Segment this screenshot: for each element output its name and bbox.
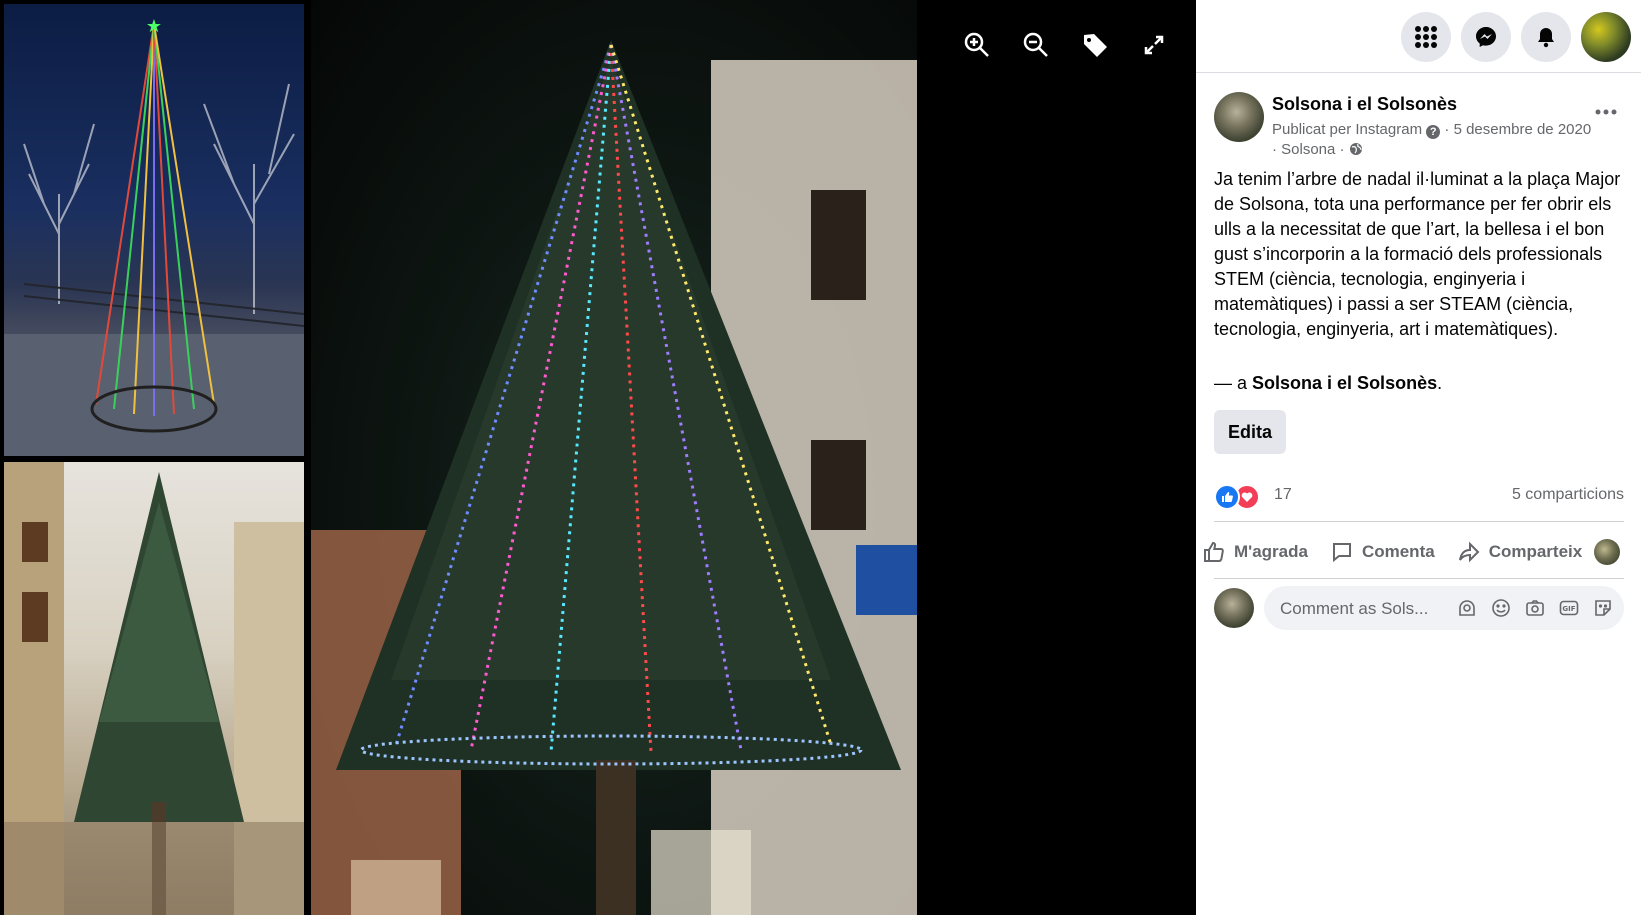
globe-icon: [1349, 143, 1362, 155]
tag-suffix: .: [1437, 373, 1443, 393]
svg-text:GIF: GIF: [1562, 605, 1575, 613]
divider: [1214, 521, 1624, 522]
like-label: M'agrada: [1234, 542, 1308, 561]
tag-place-link[interactable]: Solsona i el Solsonès: [1252, 373, 1437, 393]
edit-button[interactable]: Edita: [1214, 410, 1286, 454]
top-navigation: [1401, 12, 1631, 62]
emoji-icon[interactable]: [1490, 597, 1512, 619]
reactions-row: 17 5 comparticions: [1214, 482, 1624, 510]
comment-composer: GIF: [1214, 586, 1624, 632]
tag-prefix: — a: [1214, 373, 1248, 393]
share-icon: [1458, 541, 1480, 563]
avatar-sticker-icon[interactable]: [1456, 597, 1478, 619]
like-reaction-icon: [1214, 484, 1240, 510]
commenter-avatar[interactable]: [1214, 588, 1254, 628]
divider: [1214, 578, 1624, 579]
comment-label: Comenta: [1361, 542, 1435, 561]
zoom-in-icon[interactable]: [960, 28, 993, 62]
more-options-icon[interactable]: [1588, 102, 1624, 122]
viewer-toolbar: [960, 28, 1170, 62]
post-header: Solsona i el Solsonès Publicat per Insta…: [1214, 92, 1624, 158]
messenger-icon[interactable]: [1461, 12, 1511, 62]
help-icon[interactable]: ?: [1426, 125, 1441, 139]
post-meta: Publicat per Instagram ? · 5 desembre de…: [1272, 120, 1592, 160]
share-button[interactable]: Comparteix: [1457, 540, 1583, 564]
camera-icon[interactable]: [1524, 597, 1546, 619]
profile-avatar[interactable]: [1581, 12, 1631, 62]
reaction-icons[interactable]: [1214, 482, 1264, 510]
post-actions: M'agrada Comenta Comparteix: [1202, 532, 1634, 572]
comment-tools: GIF: [1456, 597, 1614, 619]
share-label: Comparteix: [1488, 542, 1583, 561]
menu-grid-icon[interactable]: [1401, 12, 1451, 62]
tag-icon[interactable]: [1078, 28, 1111, 62]
comment-box[interactable]: GIF: [1264, 586, 1624, 632]
thumbs-up-icon: [1204, 541, 1224, 562]
post-location-tag: — a Solsona i el Solsonès.: [1214, 373, 1442, 394]
svg-text:★: ★: [146, 16, 162, 37]
page-name-link[interactable]: Solsona i el Solsonès: [1272, 94, 1457, 115]
share-as-avatar[interactable]: [1594, 539, 1621, 565]
photo-fir-tree-square[interactable]: [4, 462, 304, 915]
post-sidebar: Solsona i el Solsonès Publicat per Insta…: [1196, 0, 1641, 915]
comment-input[interactable]: [1278, 586, 1452, 632]
fullscreen-icon[interactable]: [1137, 28, 1170, 62]
like-button[interactable]: M'agrada: [1202, 540, 1308, 564]
photo-illuminated-tree[interactable]: [311, 0, 917, 915]
comment-icon: [1332, 543, 1351, 563]
gif-icon[interactable]: GIF: [1558, 597, 1580, 619]
post-body-text: Ja tenim l’arbre de nadal il·luminat a l…: [1214, 169, 1621, 339]
published-via: Publicat per Instagram: [1272, 121, 1423, 138]
sidebar-divider: [1196, 72, 1641, 73]
photo-viewer[interactable]: ★: [0, 0, 1196, 915]
sticker-icon[interactable]: [1592, 597, 1614, 619]
zoom-out-icon[interactable]: [1019, 28, 1052, 62]
notifications-icon[interactable]: [1521, 12, 1571, 62]
shares-count[interactable]: 5 comparticions: [1512, 486, 1624, 504]
photo-light-cone-tree[interactable]: ★: [4, 4, 304, 456]
reaction-count[interactable]: 17: [1274, 486, 1292, 504]
page-avatar[interactable]: [1214, 92, 1264, 142]
comment-button[interactable]: Comenta: [1330, 540, 1435, 564]
